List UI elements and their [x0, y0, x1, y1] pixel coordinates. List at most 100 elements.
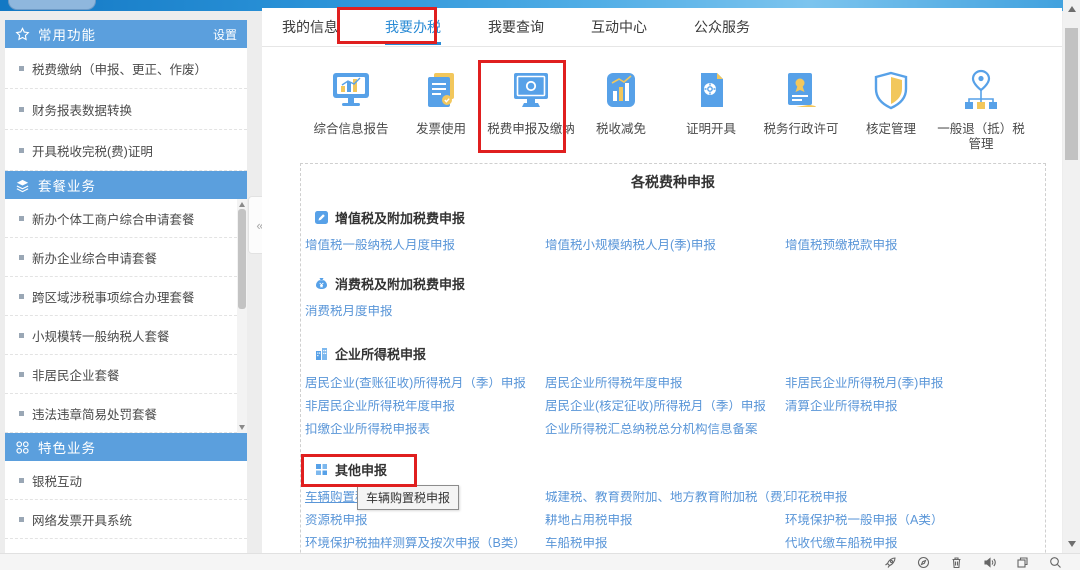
sidebar-header-special: 特色业务	[5, 433, 247, 461]
menu-item-tax-admin-license[interactable]: 税务行政许可	[756, 61, 846, 152]
page-scrollbar[interactable]	[1063, 0, 1080, 553]
tab-interaction-center[interactable]: 互动中心	[591, 8, 647, 46]
chart-badge-icon	[598, 61, 644, 113]
sidebar-section-title: 常用功能	[38, 24, 213, 44]
section-header-other-declarations: 其他申报	[315, 460, 1045, 479]
menu-item-label: 发票使用	[416, 122, 466, 137]
links-grid-corporate-income: 居民企业(查账征收)所得税月（季）申报 居民企业所得税年度申报 非居民企业所得税…	[305, 377, 1045, 436]
menu-item-general-tax-refund[interactable]: 一般退（抵）税管理	[936, 61, 1026, 152]
link-farmland-occupation-tax[interactable]: 耕地占用税申报	[545, 514, 785, 527]
link-vat-general-monthly[interactable]: 增值税一般纳税人月度申报	[305, 239, 545, 252]
sidebar-item-small-to-general-package[interactable]: 小规模转一般纳税人套餐	[5, 316, 247, 355]
link-vehicle-vessel-tax[interactable]: 车船税申报	[545, 537, 785, 550]
sidebar-header-packages: 套餐业务	[5, 171, 247, 199]
menu-item-certificate-issue[interactable]: 证明开具	[666, 61, 756, 152]
certificate-doc-icon	[688, 61, 734, 113]
scrollbar-thumb[interactable]	[1065, 28, 1078, 160]
scroll-down-arrow[interactable]	[1068, 541, 1076, 547]
sidebar-item-tax-payment[interactable]: 税费缴纳（申报、更正、作废）	[5, 48, 247, 89]
sidebar-item-new-enterprise-package[interactable]: 新办企业综合申请套餐	[5, 238, 247, 277]
sidebar-item-label: 新办企业综合申请套餐	[32, 248, 157, 267]
link-resource-tax[interactable]: 资源税申报	[305, 514, 545, 527]
bullet-icon	[19, 411, 24, 416]
link-liquidation-income-tax[interactable]: 清算企业所得税申报	[785, 400, 1037, 413]
link-consolidated-branch-filing[interactable]: 企业所得税汇总纳税总分机构信息备案	[545, 423, 785, 436]
pin-network-icon	[958, 61, 1004, 113]
settings-link[interactable]: 设置	[213, 26, 237, 43]
tooltip: 车辆购置税申报	[357, 485, 459, 510]
tab-my-info[interactable]: 我的信息	[282, 8, 338, 46]
link-resident-audit-monthly[interactable]: 居民企业(查账征收)所得税月（季）申报	[305, 377, 545, 390]
speaker-icon[interactable]	[983, 556, 996, 569]
tab-query[interactable]: 我要查询	[488, 8, 544, 46]
bottom-taskbar	[0, 553, 1080, 570]
link-environment-tax-b[interactable]: 环境保护税抽样测算及按次申报（B类）	[305, 537, 545, 550]
sidebar-item-cross-region-package[interactable]: 跨区域涉税事项综合办理套餐	[5, 277, 247, 316]
tab-do-tax[interactable]: 我要办税	[385, 8, 441, 46]
link-resident-annual[interactable]: 居民企业所得税年度申报	[545, 377, 785, 390]
invoice-doc-icon	[418, 61, 464, 113]
tab-public-service[interactable]: 公众服务	[694, 8, 750, 46]
sidebar-section-title: 套餐业务	[38, 175, 237, 195]
menu-item-assessment-management[interactable]: 核定管理	[846, 61, 936, 152]
monitor-chart-icon	[328, 61, 374, 113]
links-grid-vat: 增值税一般纳税人月度申报 增值税小规模纳税人月(季)申报 增值税预缴税款申报	[305, 239, 1045, 252]
bullet-icon	[19, 255, 24, 260]
menu-item-tax-declare-pay[interactable]: 税费申报及缴纳	[486, 61, 576, 152]
scrollbar-thumb[interactable]	[238, 209, 246, 309]
scroll-up-arrow[interactable]	[1068, 6, 1076, 12]
sidebar-item-bank-tax-interaction[interactable]: 银税互动	[5, 461, 247, 500]
trash-icon[interactable]	[950, 556, 963, 569]
sidebar-item-label: 跨区域涉税事项综合办理套餐	[32, 287, 195, 306]
menu-item-label: 一般退（抵）税管理	[936, 122, 1026, 152]
page-root: 常用功能 设置 税费缴纳（申报、更正、作废） 财务报表数据转换 开具税收完税(费…	[0, 0, 1080, 570]
compass-icon[interactable]	[917, 556, 930, 569]
link-withholding-income-tax[interactable]: 扣缴企业所得税申报表	[305, 423, 545, 436]
bullet-icon	[19, 372, 24, 377]
links-grid-consumption: 消费税月度申报	[305, 305, 1045, 318]
scroll-up-arrow[interactable]	[239, 202, 245, 207]
link-nonresident-annual[interactable]: 非居民企业所得税年度申报	[305, 400, 545, 413]
sidebar-item-label: 小规模转一般纳税人套餐	[32, 326, 170, 345]
menu-item-label: 税费申报及缴纳	[487, 122, 575, 137]
sidebar-item-financial-report[interactable]: 财务报表数据转换	[5, 89, 247, 130]
sidebar-item-nonresident-package[interactable]: 非居民企业套餐	[5, 355, 247, 394]
bullet-icon	[19, 107, 24, 112]
link-vat-prepayment[interactable]: 增值税预缴税款申报	[785, 239, 1037, 252]
sidebar-item-label: 网络发票开具系统	[32, 510, 132, 529]
link-collected-vehicle-vessel-tax[interactable]: 代收代缴车船税申报	[785, 537, 1037, 550]
link-urban-construction-surcharge[interactable]: 城建税、教育费附加、地方教育附加税（费）申...	[545, 491, 785, 504]
sidebar-item-violation-penalty-package[interactable]: 违法违章简易处罚套餐	[5, 394, 247, 433]
scroll-down-arrow[interactable]	[239, 425, 245, 430]
bullet-icon	[19, 294, 24, 299]
section-title: 其他申报	[335, 460, 387, 479]
sidebar-item-label: 违法违章简易处罚套餐	[32, 404, 157, 423]
panel-title: 各税费种申报	[301, 172, 1045, 192]
money-bag-icon	[315, 277, 328, 290]
sidebar-item-new-individual-package[interactable]: 新办个体工商户综合申请套餐	[5, 199, 247, 238]
menu-item-label: 综合信息报告	[313, 122, 388, 137]
sidebar-item-label: 新办个体工商户综合申请套餐	[32, 209, 195, 228]
shield-icon	[868, 61, 914, 113]
sidebar-item-online-invoice-system[interactable]: 网络发票开具系统	[5, 500, 247, 539]
menu-item-invoice-use[interactable]: 发票使用	[396, 61, 486, 152]
menu-item-label: 核定管理	[866, 122, 916, 137]
link-nonresident-monthly[interactable]: 非居民企业所得税月(季)申报	[785, 377, 1037, 390]
menu-item-comprehensive-info-report[interactable]: 综合信息报告	[306, 61, 396, 152]
link-resident-assessed-monthly[interactable]: 居民企业(核定征收)所得税月（季）申报	[545, 400, 785, 413]
sidebar-scrollbar[interactable]	[237, 199, 247, 433]
menu-item-tax-reduction[interactable]: 税收减免	[576, 61, 666, 152]
link-consumption-monthly[interactable]: 消费税月度申报	[305, 305, 545, 318]
sidebar-item-label: 开具税收完税(费)证明	[32, 141, 153, 160]
sidebar-item-tax-certificate[interactable]: 开具税收完税(费)证明	[5, 130, 247, 171]
link-vat-small-scale[interactable]: 增值税小规模纳税人月(季)申报	[545, 239, 785, 252]
search-icon[interactable]	[1049, 556, 1062, 569]
rocket-icon[interactable]	[884, 556, 897, 569]
link-environment-tax-a[interactable]: 环境保护税一般申报（A类）	[785, 514, 1037, 527]
bullet-icon	[19, 66, 24, 71]
license-book-icon	[778, 61, 824, 113]
bullet-icon	[19, 333, 24, 338]
window-restore-icon[interactable]	[1016, 556, 1029, 569]
link-stamp-tax[interactable]: 印花税申报	[785, 491, 1037, 504]
section-header-vat: 增值税及附加税费申报	[315, 208, 1045, 227]
